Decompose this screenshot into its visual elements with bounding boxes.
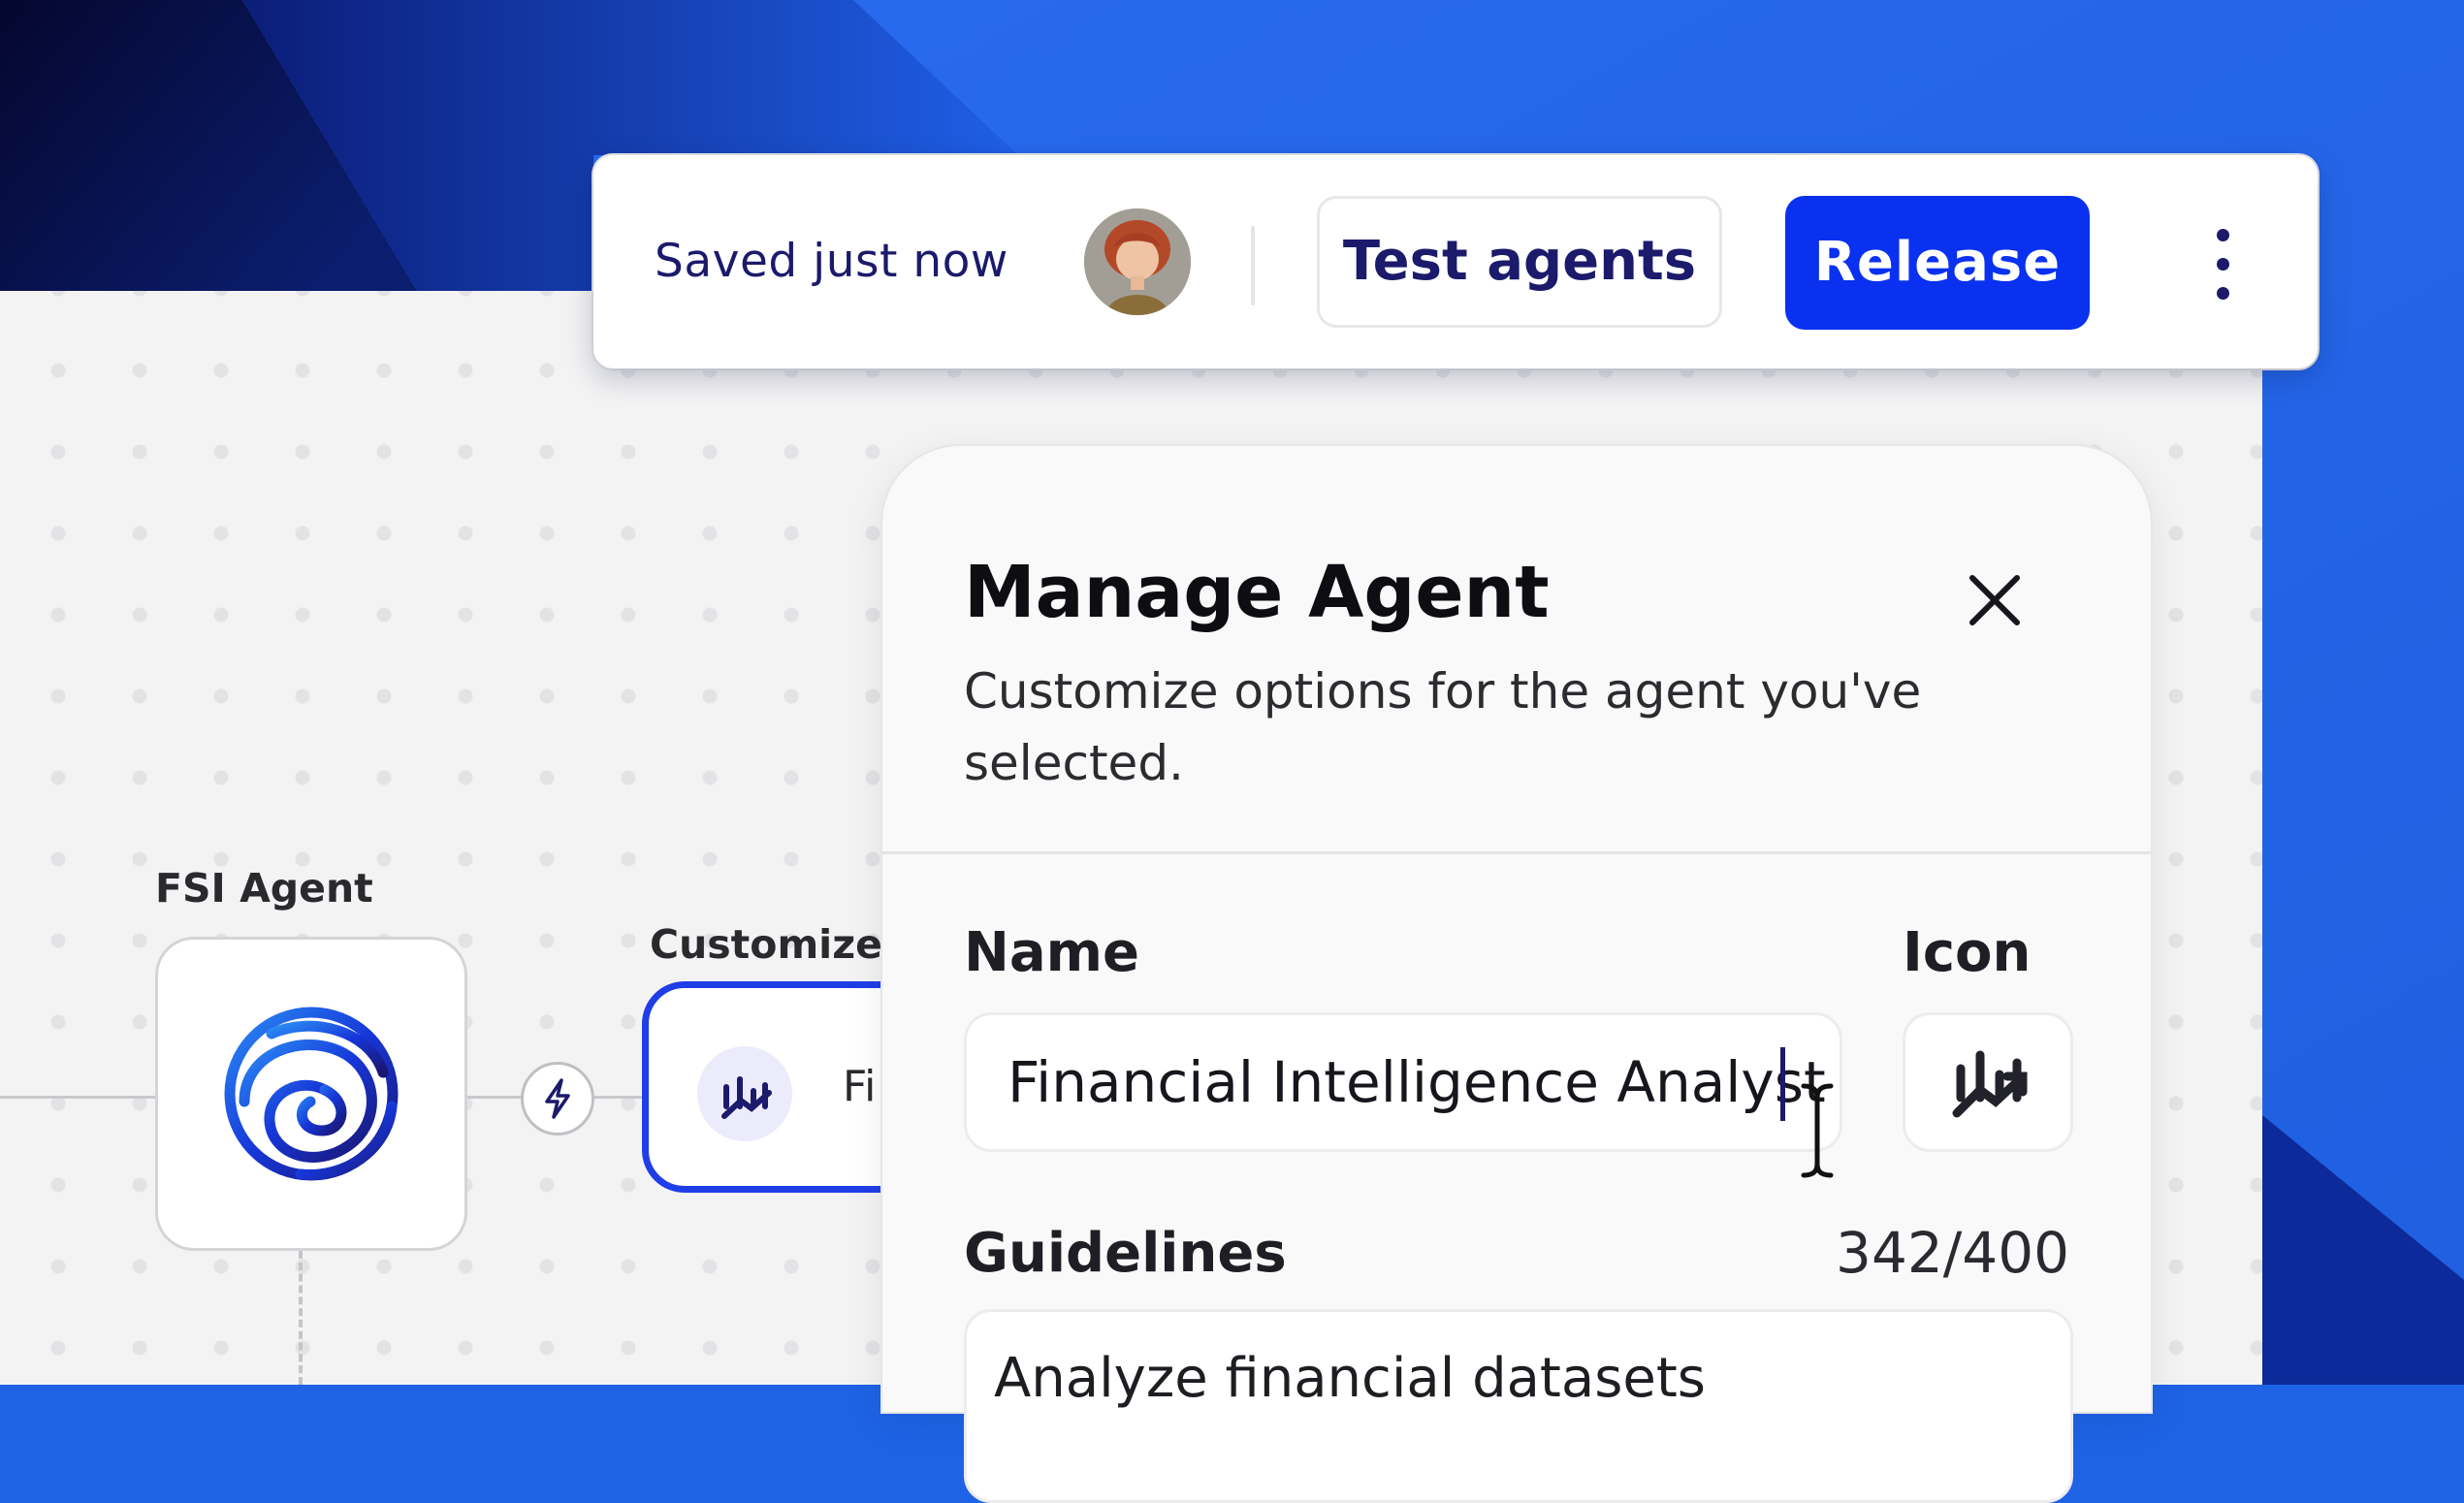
panel-title: Manage Agent (964, 551, 1550, 634)
name-label: Name (964, 921, 1139, 984)
guidelines-text: Analyze financial datasets (994, 1347, 1706, 1410)
agent-name-input[interactable] (964, 1012, 1842, 1152)
agent-icon-picker[interactable] (1903, 1012, 2073, 1152)
lightning-icon (545, 1078, 570, 1119)
ibeam-cursor-icon (1801, 1083, 1834, 1178)
save-status: Saved just now (655, 235, 1008, 288)
trigger-connector[interactable] (521, 1062, 594, 1135)
text-caret (1780, 1047, 1785, 1121)
connector-line (0, 1096, 155, 1099)
release-button[interactable]: Release (1785, 196, 2090, 330)
connector-dashed-line (299, 1251, 303, 1385)
guidelines-char-counter: 342/400 (1836, 1220, 2069, 1286)
icon-label: Icon (1903, 921, 2032, 984)
customized-node-label: Customized (650, 921, 912, 968)
panel-subtitle: Customize options for the agent you've s… (964, 663, 1922, 791)
guidelines-label: Guidelines (964, 1222, 1287, 1285)
fsi-logo-icon (224, 1007, 399, 1181)
panel-divider (882, 851, 2151, 854)
chart-trend-icon (697, 1046, 792, 1141)
user-avatar[interactable] (1084, 208, 1191, 315)
agent-node-label: FSI Agent (155, 865, 373, 911)
top-toolbar: Saved just now Test agents Release (593, 155, 2318, 368)
agent-node-card[interactable] (155, 937, 467, 1251)
manage-agent-panel: Manage Agent Customize options for the a… (880, 444, 2153, 1503)
test-agents-button[interactable]: Test agents (1317, 196, 1722, 328)
connector-line (467, 1096, 521, 1099)
customized-node-title: Fi (843, 1062, 877, 1111)
connector-line (594, 1096, 642, 1099)
chart-trend-icon (1952, 1050, 2028, 1118)
guidelines-textarea[interactable]: Analyze financial datasets (964, 1309, 2073, 1503)
close-icon[interactable] (1965, 570, 2025, 630)
toolbar-divider (1251, 226, 1255, 305)
more-options-icon[interactable] (2203, 227, 2242, 301)
